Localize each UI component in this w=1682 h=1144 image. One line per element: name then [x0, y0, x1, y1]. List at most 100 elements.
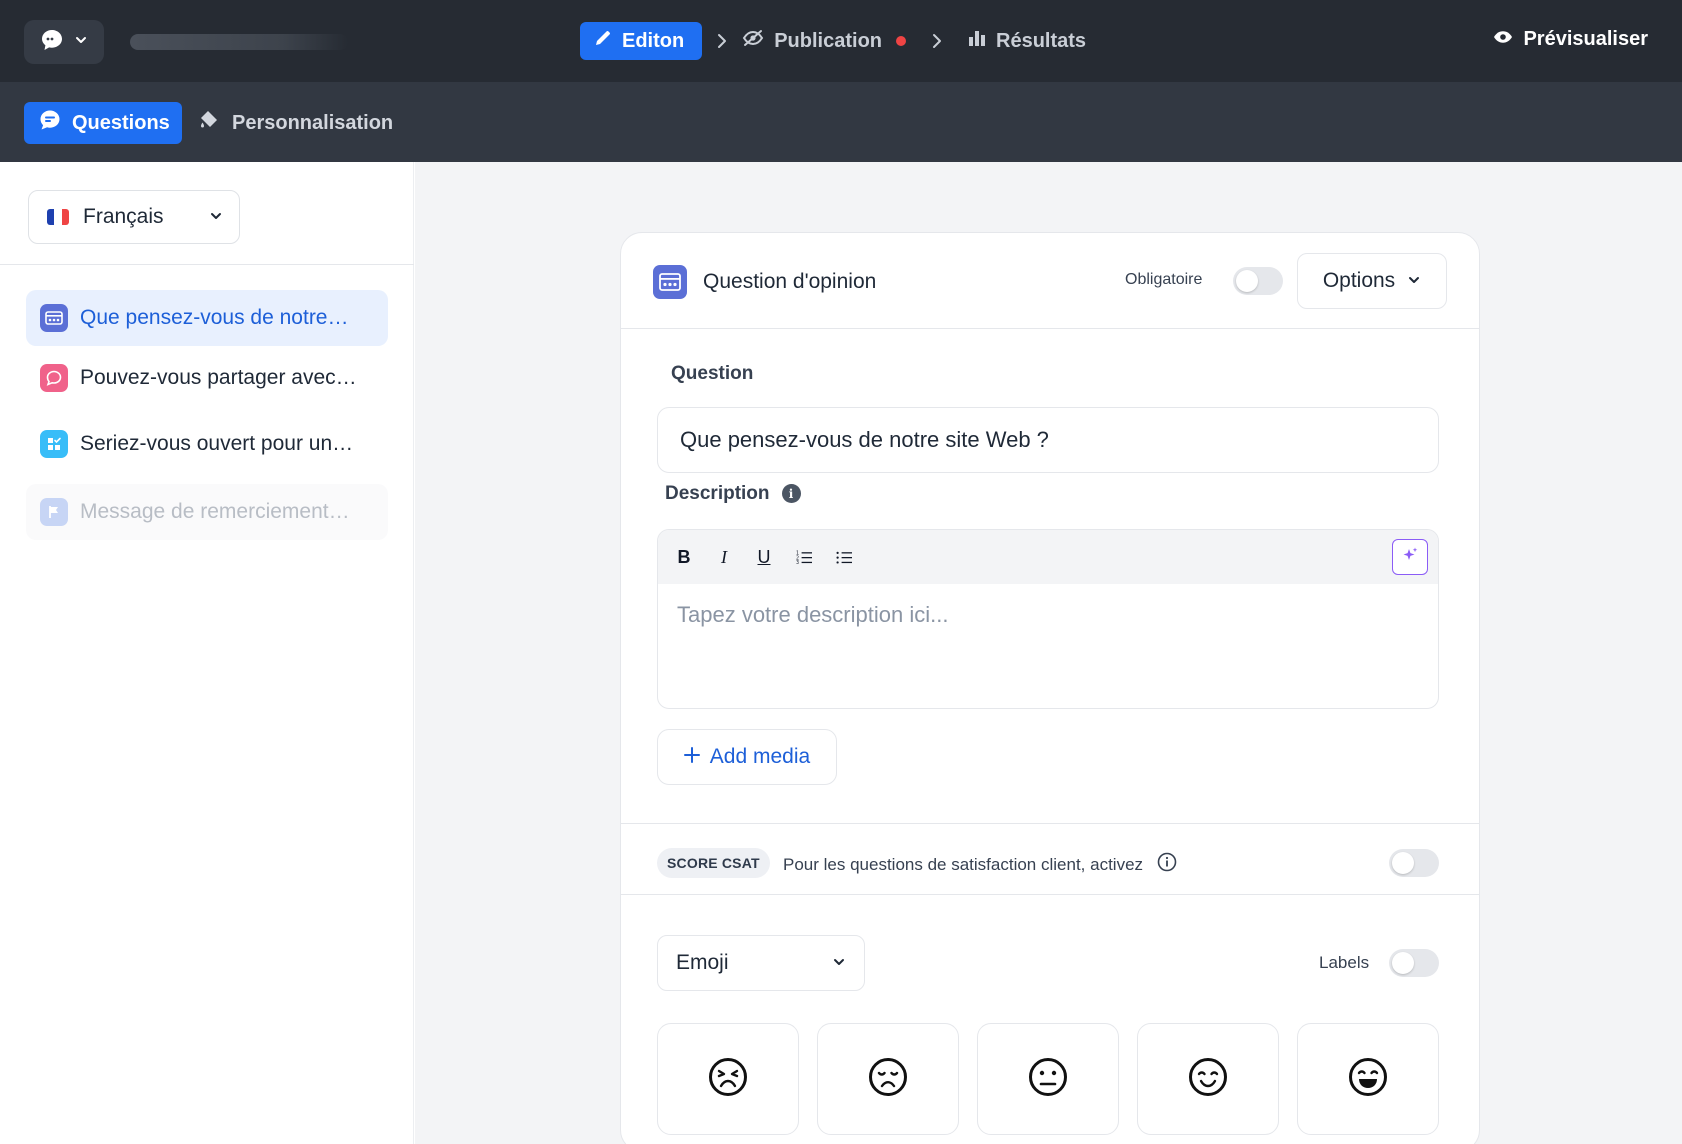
- status-dot: [896, 36, 907, 46]
- ai-sparkle-button[interactable]: [1392, 539, 1428, 575]
- scale-type-value: Emoji: [676, 951, 729, 974]
- question-type-label: Question d'opinion: [703, 270, 877, 293]
- question-input[interactable]: Que pensez-vous de notre site Web ?: [657, 407, 1439, 473]
- sparkle-icon: [1401, 546, 1419, 569]
- flag-icon: [40, 498, 68, 526]
- question-sidebar: Français Que pensez-vous de notre… Pouve…: [0, 162, 414, 1144]
- app-menu-button[interactable]: [24, 20, 104, 64]
- emoji-option-4[interactable]: [1137, 1023, 1279, 1135]
- description-field-label: Description i: [665, 483, 801, 505]
- eye-slash-icon: [742, 29, 764, 53]
- section-divider: [621, 894, 1479, 895]
- checklist-icon: [40, 430, 68, 458]
- sidebar-question-label: Seriez-vous ouvert pour un…: [80, 432, 354, 455]
- ordered-list-icon[interactable]: 123: [796, 547, 812, 567]
- options-label: Options: [1322, 269, 1396, 292]
- labels-label: Labels: [1319, 953, 1370, 972]
- question-field-label: Question: [671, 363, 754, 384]
- section-divider: [621, 823, 1479, 824]
- required-toggle[interactable]: [1233, 267, 1283, 295]
- chevron-down-icon: [74, 33, 88, 52]
- sidebar-question-3[interactable]: Seriez-vous ouvert pour un…: [26, 416, 388, 472]
- bold-icon[interactable]: B: [676, 547, 692, 567]
- step-publication-label: Publication: [774, 29, 883, 52]
- tab-personnalisation[interactable]: Personnalisation: [198, 102, 393, 144]
- chat-bubble-icon: [40, 364, 68, 392]
- info-circle-icon[interactable]: [1157, 852, 1177, 877]
- tab-questions-label: Questions: [72, 111, 170, 134]
- chat-bubble-icon: [38, 108, 62, 138]
- labels-toggle[interactable]: [1389, 949, 1439, 977]
- question-input-value: Que pensez-vous de notre site Web ?: [680, 427, 1049, 452]
- emoji-scale: [657, 1023, 1439, 1135]
- sub-navigation: Questions Personnalisation: [0, 82, 1682, 162]
- neutral-face-icon: [1028, 1057, 1068, 1102]
- options-dropdown[interactable]: Options: [1297, 253, 1447, 309]
- sidebar-question-label: Pouvez-vous partager avec…: [80, 366, 357, 389]
- plus-icon: [683, 745, 700, 769]
- svg-text:3: 3: [796, 560, 799, 566]
- chat-logo-icon: [40, 28, 64, 57]
- emoji-option-5[interactable]: [1297, 1023, 1439, 1135]
- workflow-steps: Editon Publication Résultats: [580, 22, 1086, 60]
- step-edit[interactable]: Editon: [580, 22, 703, 60]
- chevron-down-icon: [832, 951, 846, 975]
- add-media-button[interactable]: Add media: [657, 729, 837, 785]
- preview-button[interactable]: Prévisualiser: [1493, 28, 1648, 51]
- sad-face-icon: [868, 1057, 908, 1102]
- description-label-text: Description: [665, 483, 770, 504]
- pencil-icon: [594, 29, 612, 53]
- csat-toggle[interactable]: [1389, 849, 1439, 877]
- csat-text: Pour les questions de satisfaction clien…: [783, 854, 1144, 874]
- chevron-down-icon: [1407, 269, 1421, 293]
- bar-chart-icon: [968, 29, 986, 53]
- required-label: Obligatoire: [1125, 271, 1203, 288]
- info-icon[interactable]: i: [781, 484, 801, 504]
- chevron-right-icon: [906, 33, 968, 49]
- tab-questions[interactable]: Questions: [24, 102, 182, 144]
- rating-icon: [40, 304, 68, 332]
- italic-icon[interactable]: I: [716, 547, 732, 567]
- step-edit-label: Editon: [622, 29, 685, 52]
- emoji-option-3[interactable]: [977, 1023, 1119, 1135]
- editor-toolbar: B I U 123: [658, 530, 1438, 584]
- editor-area: Question d'opinion Obligatoire Options Q…: [415, 162, 1682, 1144]
- scale-type-select[interactable]: Emoji: [657, 935, 865, 991]
- survey-title-placeholder: [130, 34, 348, 50]
- paint-bucket-icon: [198, 108, 222, 138]
- rating-icon: [653, 265, 687, 299]
- preview-label: Prévisualiser: [1523, 28, 1648, 50]
- description-editor: B I U 123 Tapez votre description ici...: [657, 529, 1439, 709]
- question-type: Question d'opinion: [653, 265, 876, 299]
- smiling-face-icon: [1188, 1057, 1228, 1102]
- underline-icon[interactable]: U: [756, 547, 772, 567]
- sidebar-question-label: Message de remerciement…: [80, 500, 350, 523]
- emoji-option-2[interactable]: [817, 1023, 959, 1135]
- step-results[interactable]: Résultats: [968, 29, 1086, 53]
- angry-face-icon: [708, 1057, 748, 1102]
- question-card-header: Question d'opinion Obligatoire Options: [621, 233, 1479, 329]
- description-placeholder: Tapez votre description ici...: [677, 602, 949, 627]
- add-media-label: Add media: [709, 745, 811, 768]
- sidebar-question-label: Que pensez-vous de notre…: [80, 306, 349, 329]
- tab-personnalisation-label: Personnalisation: [232, 111, 394, 134]
- sidebar-question-4[interactable]: Message de remerciement…: [26, 484, 388, 540]
- step-results-label: Résultats: [996, 29, 1087, 52]
- sidebar-question-2[interactable]: Pouvez-vous partager avec…: [26, 350, 388, 406]
- question-card: Question d'opinion Obligatoire Options Q…: [620, 232, 1480, 1144]
- eye-icon: [1493, 28, 1513, 51]
- bullet-list-icon[interactable]: [836, 547, 852, 567]
- csat-badge: SCORE CSAT: [657, 848, 770, 878]
- language-value: Français: [83, 205, 164, 228]
- laughing-face-icon: [1348, 1057, 1388, 1102]
- sidebar-divider: [0, 264, 414, 265]
- top-bar: Editon Publication Résultats Prévisualis…: [0, 0, 1682, 82]
- csat-description: Pour les questions de satisfaction clien…: [783, 852, 1177, 877]
- step-publication[interactable]: Publication: [742, 29, 907, 53]
- chevron-down-icon: [209, 205, 223, 229]
- language-select[interactable]: Français: [28, 190, 240, 244]
- sidebar-question-1[interactable]: Que pensez-vous de notre…: [26, 290, 388, 346]
- emoji-option-1[interactable]: [657, 1023, 799, 1135]
- description-textarea[interactable]: Tapez votre description ici...: [658, 584, 1438, 646]
- chevron-right-icon: [702, 33, 742, 49]
